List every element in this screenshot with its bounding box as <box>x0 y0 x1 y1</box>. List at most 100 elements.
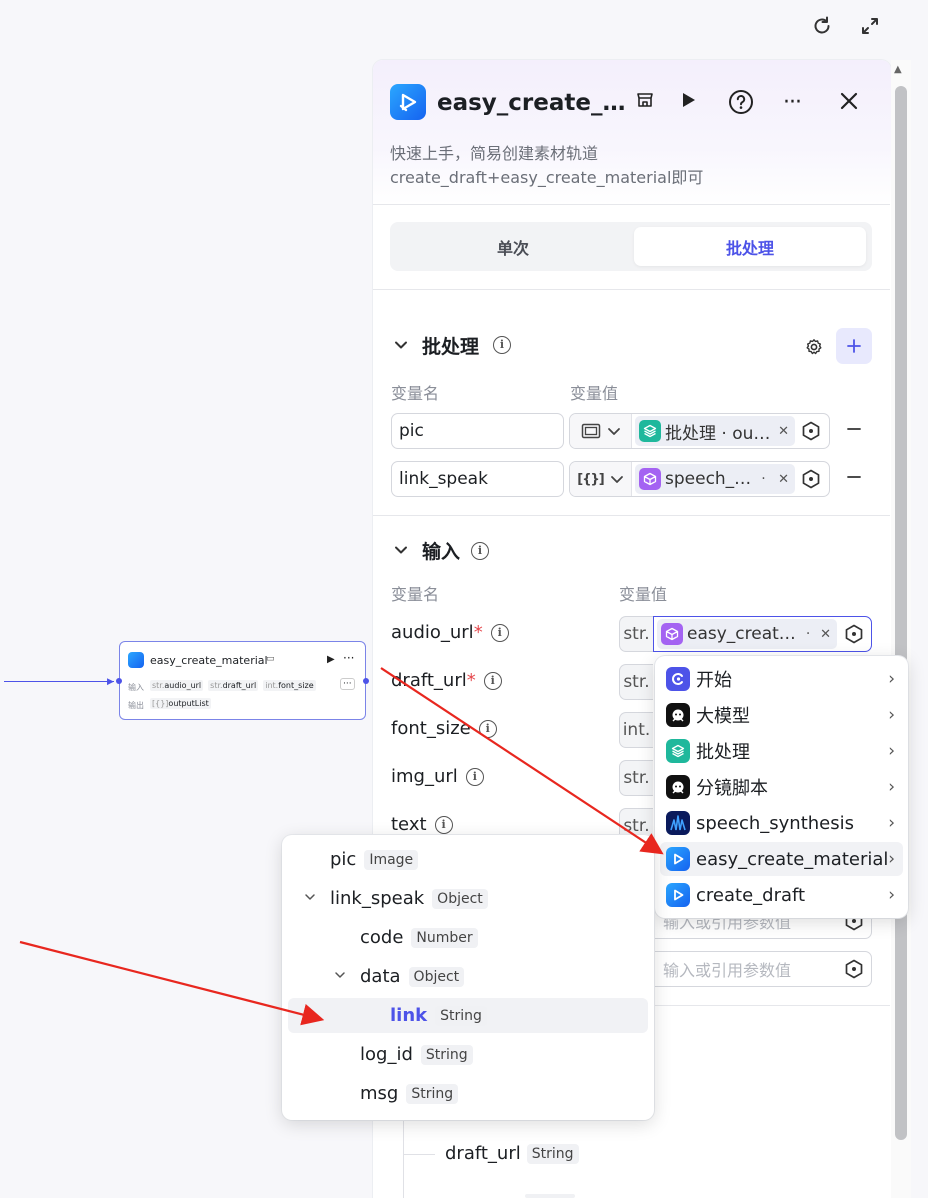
input-col-value: 变量值 <box>619 585 668 604</box>
info-icon[interactable]: i <box>434 815 453 834</box>
array-object-type-icon: [{}] <box>577 471 604 487</box>
reference-label: easy_creat… <box>687 624 796 644</box>
chevron-down-icon[interactable] <box>302 891 318 907</box>
node-more-inputs[interactable]: ··· <box>340 678 355 690</box>
scrollbar-thumb[interactable] <box>895 86 907 1140</box>
more-icon[interactable]: ··· <box>783 90 802 115</box>
divider <box>373 515 890 516</box>
info-icon[interactable]: i <box>490 623 509 642</box>
reference-chip[interactable]: 批处理 · ou… ✕ <box>635 416 795 446</box>
required-mark: * <box>473 622 483 643</box>
chevron-right-icon: › <box>888 777 895 797</box>
node-output-label: 输出 <box>128 701 144 710</box>
partial-badge <box>525 1194 575 1198</box>
tree-line <box>403 1154 435 1155</box>
node-more-icon[interactable]: ··· <box>343 651 354 665</box>
tree-item-code[interactable]: code Number <box>288 920 648 955</box>
variable-reference-icon[interactable] <box>800 468 822 490</box>
dropdown-item-easy-create-material[interactable]: easy_create_material › <box>660 842 903 876</box>
variable-reference-icon[interactable] <box>843 623 865 645</box>
tab-batch[interactable]: 批处理 <box>634 227 866 266</box>
collapse-batch-icon[interactable] <box>393 337 409 357</box>
batch-var-value-input[interactable]: 批处理 · ou… ✕ <box>569 413 830 449</box>
reference-chip[interactable]: easy_creat… · ✕ <box>657 619 837 649</box>
field-name: code <box>360 927 404 948</box>
dropdown-item-label: 开始 <box>696 670 732 691</box>
scroll-up-icon[interactable]: ▲ <box>894 64 902 75</box>
tree-item-log-id[interactable]: log_id String <box>288 1037 648 1072</box>
param-name: draft_url <box>391 670 467 691</box>
batch-var-name-input[interactable]: pic <box>391 413 564 449</box>
variable-reference-icon[interactable] <box>843 958 865 980</box>
batch-node-icon <box>639 420 661 442</box>
dropdown-item-storyboard[interactable]: 分镜脚本 › <box>660 770 903 804</box>
dropdown-item-batch[interactable]: 批处理 › <box>660 734 903 768</box>
dropdown-item-label: speech_synthesis <box>696 812 854 834</box>
input-row-label: audio_url * i <box>391 622 509 643</box>
dropdown-item-label: 大模型 <box>696 706 750 727</box>
param-value-input[interactable]: 输入或引用参数值 <box>653 951 872 987</box>
tree-item-link-speak[interactable]: link_speak Object <box>288 881 648 916</box>
chevron-right-icon: › <box>888 849 895 869</box>
type-select[interactable] <box>570 414 632 448</box>
info-icon[interactable]: i <box>465 767 484 786</box>
tree-item-pic[interactable]: pic Image <box>288 842 648 877</box>
batch-col-value: 变量值 <box>570 384 619 403</box>
type-badge: String <box>406 1083 459 1104</box>
variable-reference-icon[interactable] <box>800 420 822 442</box>
info-icon[interactable]: i <box>478 719 497 738</box>
dropdown-item-llm[interactable]: 大模型 › <box>660 698 903 732</box>
type-badge: String <box>420 1044 473 1065</box>
node-input-chip: str.draft_url <box>208 680 259 691</box>
remove-row-icon[interactable] <box>846 469 862 489</box>
tree-item-msg[interactable]: msg String <box>288 1076 648 1111</box>
settings-icon[interactable] <box>805 338 823 360</box>
info-icon[interactable]: i <box>471 542 489 560</box>
plugin-node-icon <box>661 623 683 645</box>
reference-sep: · <box>805 626 811 642</box>
tab-single[interactable]: 单次 <box>395 227 631 266</box>
type-select[interactable]: [{}] <box>570 462 632 496</box>
type-prefix: str. <box>619 616 653 652</box>
batch-var-name-input[interactable]: link_speak <box>391 461 564 497</box>
remove-reference-icon[interactable]: ✕ <box>774 424 789 439</box>
audio-url-value-input[interactable]: easy_creat… · ✕ <box>653 616 872 652</box>
node-input-port[interactable] <box>116 678 122 684</box>
help-icon[interactable] <box>728 89 754 119</box>
node-output-port[interactable] <box>363 678 369 684</box>
store-icon[interactable] <box>635 90 655 114</box>
refresh-icon[interactable] <box>810 14 834 38</box>
fullscreen-icon[interactable] <box>858 14 882 38</box>
dropdown-item-start[interactable]: 开始 › <box>660 662 903 696</box>
type-badge: Object <box>408 966 465 987</box>
remove-row-icon[interactable] <box>846 421 862 441</box>
output-name: draft_url <box>445 1143 521 1164</box>
canvas-node[interactable]: easy_create_material ▭ ▶ ··· 输入 str.audi… <box>119 641 366 720</box>
field-name: link <box>390 1005 428 1026</box>
add-batch-variable-button[interactable] <box>836 328 872 364</box>
node-inputs: str.audio_url str.draft_url int.font_siz… <box>150 680 316 691</box>
collapse-input-icon[interactable] <box>393 542 409 562</box>
info-icon[interactable]: i <box>493 336 511 354</box>
node-title: easy_create_material <box>150 654 268 667</box>
info-icon[interactable]: i <box>483 671 502 690</box>
storyboard-icon <box>666 775 690 799</box>
remove-reference-icon[interactable]: ✕ <box>816 627 831 642</box>
dropdown-item-create-draft[interactable]: create_draft › <box>660 878 903 912</box>
reference-chip[interactable]: speech_… · ✕ <box>635 464 795 494</box>
chevron-right-icon: › <box>888 705 895 725</box>
image-type-icon <box>581 423 600 439</box>
node-run-icon[interactable]: ▶ <box>327 654 335 665</box>
node-logo-icon <box>128 652 144 668</box>
type-badge: String <box>435 1005 487 1026</box>
close-icon[interactable] <box>839 91 859 115</box>
remove-reference-icon[interactable]: ✕ <box>774 472 789 487</box>
dropdown-item-speech-synthesis[interactable]: speech_synthesis › <box>660 806 903 840</box>
chevron-down-icon[interactable] <box>332 969 348 985</box>
tree-line <box>403 1120 404 1198</box>
tree-item-data[interactable]: data Object <box>288 959 648 994</box>
batch-var-value-input[interactable]: [{}] speech_… · ✕ <box>569 461 830 497</box>
tree-item-link[interactable]: link String <box>288 998 648 1033</box>
run-icon[interactable] <box>678 90 698 114</box>
input-row-label: text i <box>391 814 453 835</box>
